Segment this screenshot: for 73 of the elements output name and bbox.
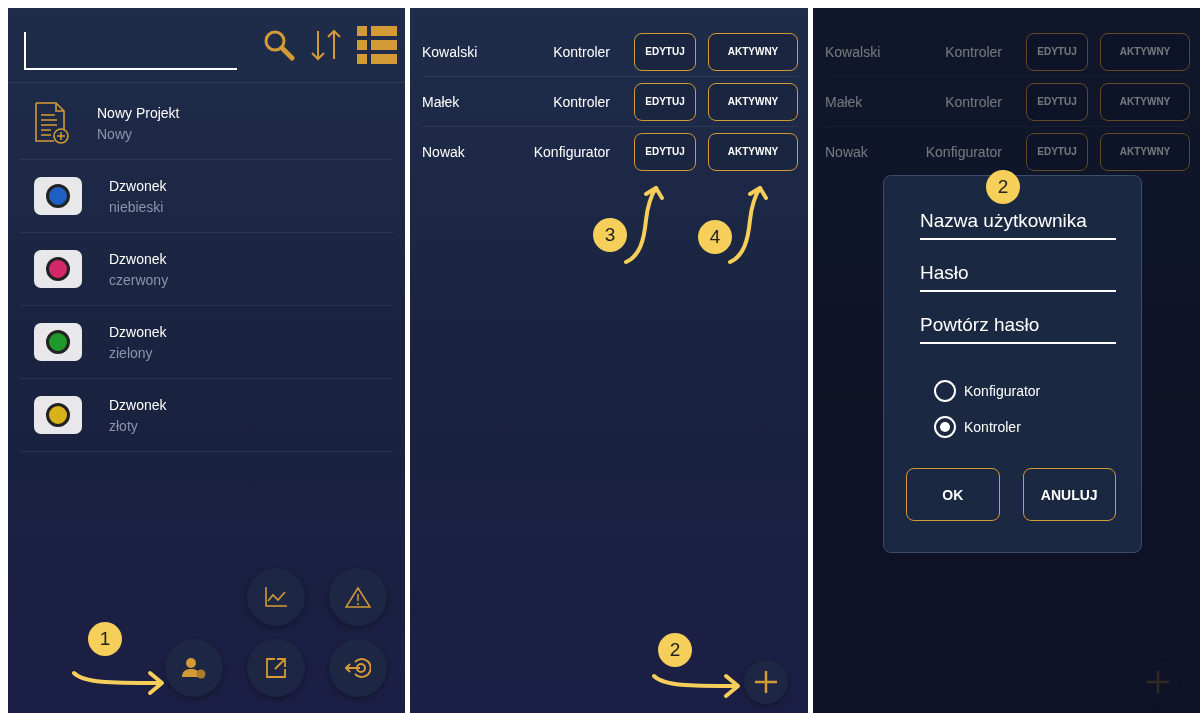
dialog-button[interactable]: ANULUJ <box>1022 468 1116 521</box>
callout-number: 2 <box>986 170 1020 204</box>
edit-button[interactable]: EDYTUJ <box>1026 32 1088 71</box>
project-subtitle: niebieski <box>109 198 165 215</box>
sort-button[interactable] <box>309 28 343 62</box>
search-button[interactable] <box>263 29 295 61</box>
user-name: Kowalski <box>825 43 882 60</box>
user-name: Nowak <box>422 143 466 160</box>
status-button[interactable]: AKTYWNY <box>708 132 798 171</box>
logout-button[interactable] <box>329 639 387 697</box>
user-role: Konfigurator <box>925 143 1002 160</box>
text-field[interactable]: Nazwa użytkownika <box>920 204 1116 240</box>
project-subtitle: zielony <box>109 344 154 361</box>
search-icon <box>263 29 295 61</box>
project-item[interactable]: Dzwonek niebieski <box>20 160 393 233</box>
user-role: Kontroler <box>945 93 1002 110</box>
callout-number: 2 <box>658 633 692 667</box>
radio-button[interactable] <box>934 416 956 438</box>
status-button[interactable]: AKTYWNY <box>1100 32 1190 71</box>
external-link-icon <box>265 657 287 679</box>
callout-number: 4 <box>698 220 732 254</box>
sort-arrows-icon <box>309 28 343 62</box>
edit-button[interactable]: EDYTUJ <box>634 32 696 71</box>
user-name: Nowak <box>825 143 869 160</box>
user-role: Konfigurator <box>533 143 610 160</box>
project-item[interactable]: Dzwonek zielony <box>20 306 393 379</box>
list-icon <box>357 25 397 65</box>
project-subtitle: czerwony <box>109 271 169 288</box>
edit-button[interactable]: EDYTUJ <box>1026 132 1088 171</box>
share-button[interactable] <box>247 639 305 697</box>
user-name: Małek <box>825 93 864 110</box>
line-chart-icon <box>264 586 288 608</box>
project-title: Dzwonek <box>109 250 168 267</box>
user-role: Kontroler <box>945 43 1002 60</box>
project-item[interactable]: Dzwonek czerwony <box>20 233 393 306</box>
project-title: Dzwonek <box>109 323 167 340</box>
text-field[interactable]: Hasło <box>920 256 1116 292</box>
dialog-button[interactable]: OK <box>906 468 1000 521</box>
warning-icon <box>345 586 371 608</box>
project-subtitle: Nowy <box>97 125 133 142</box>
add-button[interactable] <box>744 660 788 704</box>
add-user-icon <box>182 657 206 679</box>
add-user-button[interactable] <box>165 639 223 697</box>
status-button[interactable]: AKTYWNY <box>1100 82 1190 121</box>
chart-button[interactable] <box>247 568 305 626</box>
callout-number: 3 <box>593 218 627 252</box>
document-plus-icon <box>34 101 70 145</box>
status-button[interactable]: AKTYWNY <box>708 82 798 121</box>
search-field[interactable] <box>24 32 237 70</box>
plus-icon <box>754 670 778 694</box>
warning-button[interactable] <box>329 568 387 626</box>
radio-button[interactable] <box>934 380 956 402</box>
radio-label: Kontroler <box>964 419 1021 435</box>
user-name: Małek <box>422 93 461 110</box>
edit-button[interactable]: EDYTUJ <box>1026 82 1088 121</box>
user-role: Kontroler <box>553 43 610 60</box>
project-item[interactable]: Nowy Projekt Nowy <box>20 87 393 160</box>
list-view-button[interactable] <box>357 25 397 65</box>
project-item[interactable]: Dzwonek złoty <box>20 379 393 452</box>
status-button[interactable]: AKTYWNY <box>708 32 798 71</box>
edit-button[interactable]: EDYTUJ <box>634 82 696 121</box>
exit-arrow-icon <box>345 657 371 679</box>
user-name: Kowalski <box>422 43 479 60</box>
project-subtitle: złoty <box>109 417 139 434</box>
edit-button[interactable]: EDYTUJ <box>634 132 696 171</box>
radio-label: Konfigurator <box>964 383 1041 399</box>
text-field[interactable]: Powtórz hasło <box>920 308 1116 344</box>
project-title: Nowy Projekt <box>97 104 180 121</box>
user-role: Kontroler <box>553 93 610 110</box>
project-title: Dzwonek <box>109 177 167 194</box>
status-button[interactable]: AKTYWNY <box>1100 132 1190 171</box>
callout-number: 1 <box>88 622 122 656</box>
project-title: Dzwonek <box>109 396 167 413</box>
